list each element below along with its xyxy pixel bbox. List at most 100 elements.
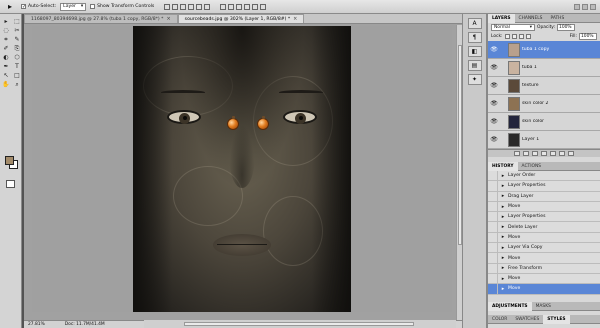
face-image[interactable] [133,26,351,312]
new-layer-icon[interactable] [559,151,565,156]
auto-select-checkbox[interactable]: Auto-Select: [21,4,56,9]
layer-row[interactable]: 👁 skin color [488,113,600,131]
history-snapshot-box[interactable] [488,180,498,191]
tab-masks[interactable]: MASKS [532,302,555,311]
lock-all-icon[interactable] [525,34,531,39]
brushes-panel-icon[interactable]: ✦ [467,74,482,85]
canvas-area[interactable] [32,26,452,312]
history-snapshot-box[interactable] [488,263,498,274]
history-item[interactable]: ▸ Layer Properties [488,180,600,192]
distribute-right-icon[interactable] [260,3,267,10]
history-item[interactable]: ▸ Layer Properties [488,211,600,223]
shape-icon[interactable]: ⬡ [12,54,22,62]
opacity-field[interactable]: 100% [557,24,576,31]
eye-icon[interactable]: 👁 [488,82,500,89]
navigator-panel-icon[interactable]: ◧ [467,46,482,57]
align-top-icon[interactable] [164,3,171,10]
move-tool-icon[interactable]: ▸ [3,2,17,12]
history-item[interactable]: ▸ Drag Layer [488,191,600,202]
layer-row[interactable]: 👁 tuba 1 [488,59,600,77]
history-snapshot-box[interactable] [488,170,498,181]
layer-name[interactable]: skin color 2 [522,101,600,106]
close-icon[interactable]: × [293,16,297,22]
align-bottom-icon[interactable] [180,3,187,10]
tab-actions[interactable]: ACTIONS [518,162,546,171]
distribute-vcenter-icon[interactable] [228,3,235,10]
layer-name[interactable]: Layer 1 [522,137,600,142]
history-snapshot-box[interactable] [488,253,498,264]
trash-icon[interactable] [568,151,574,156]
align-left-icon[interactable] [188,3,195,10]
lock-transparency-icon[interactable] [504,34,510,39]
layer-name[interactable]: tuba 1 [522,65,600,70]
distribute-hcenter-icon[interactable] [252,3,259,10]
eye-icon[interactable]: 👁 [488,46,500,53]
path-select-icon[interactable]: ↖ [1,72,11,80]
tab-document-2[interactable]: sourcebeads.jpg @ 302% (Layer 1, RGB/8#)… [177,14,305,23]
lock-position-icon[interactable] [518,34,524,39]
layer-name[interactable]: texture [522,83,600,88]
lasso-icon[interactable]: ◌ [1,27,11,35]
eye-icon[interactable]: 👁 [488,136,500,143]
close-icon[interactable] [590,3,596,10]
paragraph-panel-icon[interactable]: ¶ [467,32,482,43]
info-panel-icon[interactable]: ▤ [467,60,482,71]
layer-name[interactable]: tuba 1 copy [522,47,600,52]
new-group-icon[interactable] [550,151,556,156]
history-item[interactable]: ▸ Layer Via Copy [488,242,600,254]
brush-icon[interactable]: ✎ [12,36,22,44]
clone-stamp-icon[interactable]: ⎘ [12,45,22,53]
history-snapshot-box[interactable] [488,211,498,222]
pencil-icon[interactable]: ✐ [1,45,11,53]
history-snapshot-box[interactable] [488,273,498,284]
history-item[interactable]: ▸ Move [488,253,600,264]
minimize-icon[interactable] [582,3,588,10]
tab-styles[interactable]: STYLES [543,314,570,324]
tab-swatches[interactable]: SWATCHES [511,315,543,324]
tab-color[interactable]: COLOR [488,315,511,324]
auto-select-dropdown[interactable]: Layer ▾ [60,2,87,11]
eye-icon[interactable]: 👁 [488,100,500,107]
layer-row[interactable]: 👁 texture [488,77,600,95]
history-item[interactable]: ▸ Delete Layer [488,222,600,233]
history-item[interactable]: ▸ Free Transform [488,263,600,274]
close-icon[interactable]: × [166,16,170,22]
distribute-bottom-icon[interactable] [236,3,243,10]
history-snapshot-box[interactable] [488,201,498,212]
type-icon[interactable]: T [12,63,22,71]
show-transform-checkbox[interactable]: Show Transform Controls [90,4,154,9]
tab-document-1[interactable]: 1168097_80394698.jpg @ 27.8% (tuba 1 cop… [24,14,178,23]
tab-paths[interactable]: PATHS [546,14,568,23]
tab-layers[interactable]: LAYERS [488,13,515,23]
history-item[interactable]: ▸ Move [488,232,600,244]
align-vcenter-icon[interactable] [172,3,179,10]
quick-mask-icon[interactable] [6,180,15,188]
align-right-icon[interactable] [204,3,211,10]
marquee-icon[interactable]: ⬚ [12,18,22,26]
tab-history[interactable]: HISTORY [488,161,518,171]
slice-icon[interactable]: ⌗ [1,36,11,44]
move-icon[interactable]: ▸ [1,18,11,26]
adjustment-layer-icon[interactable] [541,151,547,156]
lock-pixels-icon[interactable] [511,34,517,39]
link-layers-icon[interactable] [514,151,520,156]
tab-channels[interactable]: CHANNELS [515,14,547,23]
horizontal-scrollbar[interactable] [144,320,456,328]
layer-row[interactable]: 👁 Layer 1 [488,131,600,149]
history-snapshot-box[interactable] [488,242,498,253]
zoom-icon[interactable]: ⌕ [12,81,22,89]
layer-row[interactable]: 👁 skin color 2 [488,95,600,113]
orange-bead-right[interactable] [257,116,269,130]
pen-icon[interactable]: ✒ [1,63,11,71]
history-snapshot-box[interactable] [488,191,498,202]
layer-row[interactable]: 👁 tuba 1 copy [488,41,600,59]
layer-mask-icon[interactable] [532,151,538,156]
layer-style-icon[interactable] [523,151,529,156]
character-panel-icon[interactable]: A [467,18,482,29]
tab-adjustments[interactable]: ADJUSTMENTS [488,301,532,311]
hand-icon[interactable]: ✋ [1,81,11,89]
orange-bead-left[interactable] [227,116,239,130]
dodge-icon[interactable]: ◐ [1,54,11,62]
history-item[interactable]: ▸ Move [488,201,600,213]
show-transform-check[interactable] [90,4,96,9]
